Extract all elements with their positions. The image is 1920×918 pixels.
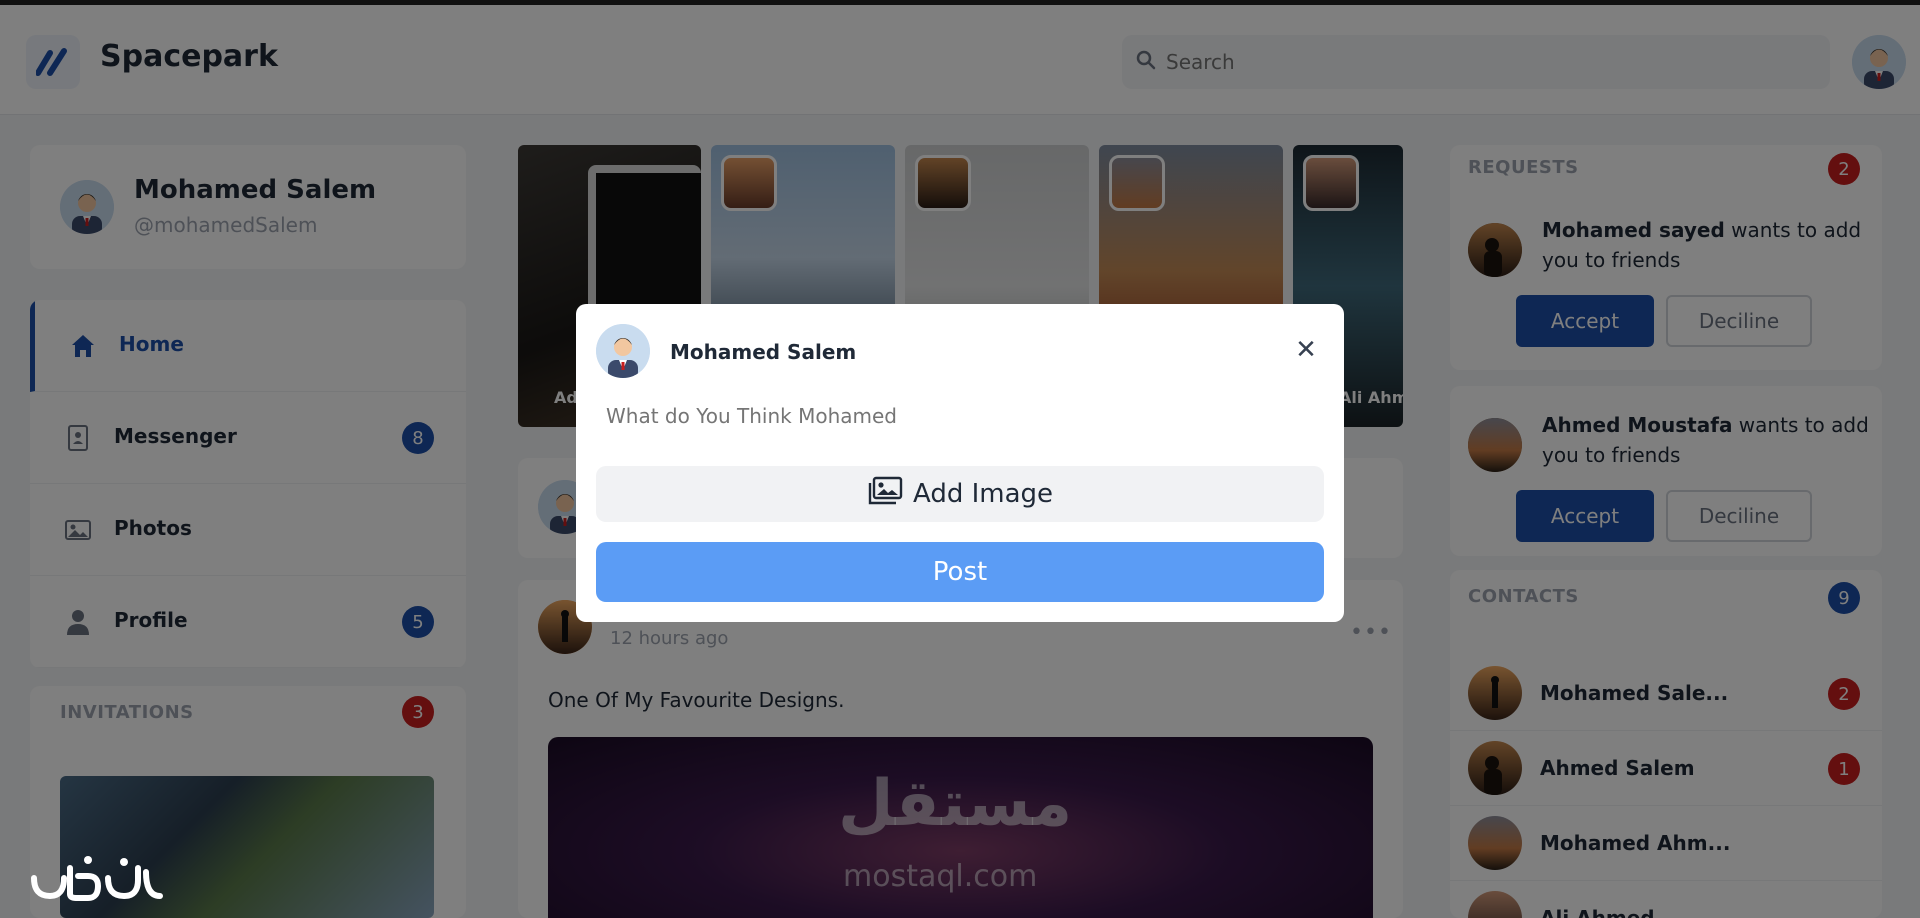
post-text-input[interactable] (606, 404, 1306, 428)
create-post-modal: Mohamed Salem ✕ Add Image Post (576, 304, 1344, 622)
watermark-logo-icon (28, 848, 168, 908)
modal-user-name: Mohamed Salem (670, 340, 857, 364)
images-icon (867, 476, 903, 513)
post-button[interactable]: Post (596, 542, 1324, 602)
add-image-label: Add Image (912, 479, 1054, 509)
close-icon[interactable]: ✕ (1292, 336, 1320, 364)
avatar (596, 324, 650, 378)
add-image-button[interactable]: Add Image (596, 466, 1324, 522)
